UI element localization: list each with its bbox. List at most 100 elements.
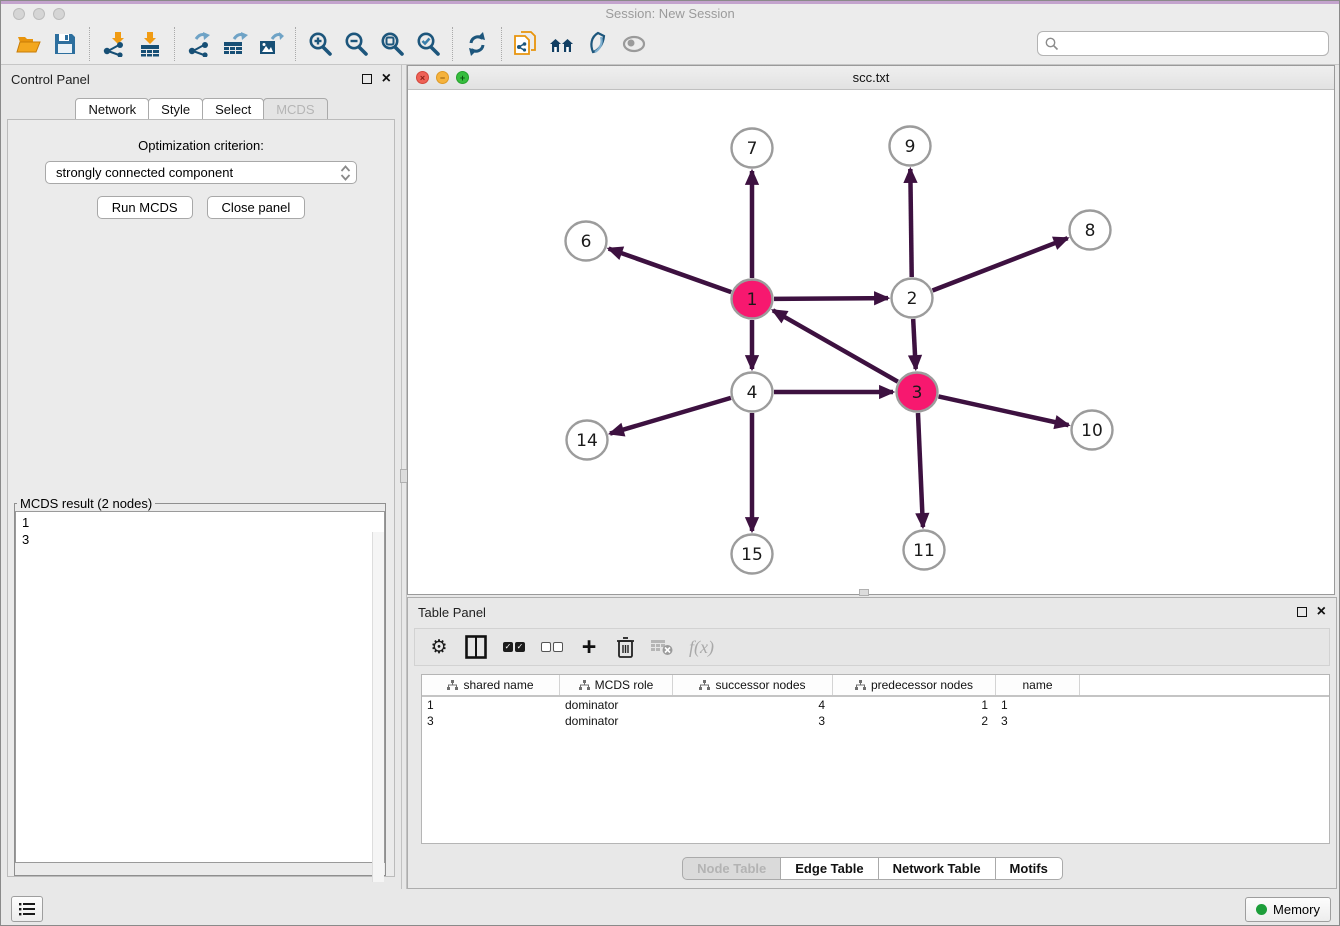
node-label: 6 xyxy=(581,232,592,252)
mcds-result-text[interactable]: 1 3 xyxy=(15,511,385,863)
node-table[interactable]: shared nameMCDS rolesuccessor nodesprede… xyxy=(421,674,1330,844)
graph-node-3[interactable]: 3 xyxy=(897,373,938,412)
annotation-icon[interactable] xyxy=(580,26,616,62)
table-cell[interactable]: 4 xyxy=(673,697,833,713)
window-controls[interactable] xyxy=(13,8,65,20)
close-table-panel-icon[interactable]: × xyxy=(1317,607,1326,617)
search-field[interactable] xyxy=(1037,31,1329,56)
table-cell[interactable]: 2 xyxy=(833,713,996,729)
edge-3-to-1[interactable] xyxy=(773,310,898,381)
network-canvas[interactable]: 1 2 3 4 6 7 8 9 10 11 14 15 xyxy=(408,90,1334,594)
table-tab-motifs[interactable]: Motifs xyxy=(995,857,1063,880)
table-row[interactable]: 3dominator323 xyxy=(422,713,1329,729)
edge-3-to-10[interactable] xyxy=(938,396,1068,425)
first-neighbors-icon[interactable] xyxy=(544,26,580,62)
graph-node-7[interactable]: 7 xyxy=(732,129,773,168)
table-cell[interactable]: 3 xyxy=(673,713,833,729)
column-header-name[interactable]: name xyxy=(996,675,1080,695)
export-table-icon[interactable] xyxy=(217,26,253,62)
table-tab-network-table[interactable]: Network Table xyxy=(878,857,996,880)
maximize-window-button[interactable] xyxy=(53,8,65,20)
table-tab-node-table[interactable]: Node Table xyxy=(682,857,781,880)
table-cell[interactable]: dominator xyxy=(560,697,673,713)
close-window-button[interactable] xyxy=(13,8,25,20)
search-input[interactable] xyxy=(1060,34,1328,54)
tab-mcds[interactable]: MCDS xyxy=(263,98,327,121)
edge-4-to-14[interactable] xyxy=(610,398,731,434)
tab-style[interactable]: Style xyxy=(148,98,203,121)
node-label: 7 xyxy=(747,139,758,159)
float-panel-icon[interactable] xyxy=(362,74,372,84)
tab-network[interactable]: Network xyxy=(75,98,149,121)
show-columns-icon[interactable] xyxy=(465,635,487,659)
result-scrollbar[interactable] xyxy=(372,532,384,882)
node-label: 2 xyxy=(907,289,918,309)
memory-button[interactable]: Memory xyxy=(1245,897,1331,922)
graph-node-15[interactable]: 15 xyxy=(732,535,773,574)
table-settings-icon[interactable]: ⚙ xyxy=(429,635,449,659)
edge-1-to-6[interactable] xyxy=(609,249,732,292)
delete-column-icon[interactable] xyxy=(615,635,635,659)
table-cell[interactable]: dominator xyxy=(560,713,673,729)
network-minimize-button[interactable]: − xyxy=(436,71,449,84)
graph-node-4[interactable]: 4 xyxy=(732,373,773,412)
table-cell[interactable]: 1 xyxy=(422,697,560,713)
run-mcds-button[interactable]: Run MCDS xyxy=(97,196,193,219)
float-table-panel-icon[interactable] xyxy=(1297,607,1307,617)
apply-layout-icon[interactable] xyxy=(459,26,495,62)
show-panels-button[interactable] xyxy=(11,896,43,922)
node-label: 3 xyxy=(912,383,923,403)
create-column-icon[interactable]: + xyxy=(579,635,599,659)
edge-2-to-3[interactable] xyxy=(913,319,916,369)
deselect-all-icon[interactable] xyxy=(541,635,563,659)
delete-table-icon xyxy=(651,635,673,659)
column-header-shared-name[interactable]: shared name xyxy=(422,675,560,695)
graph-node-9[interactable]: 9 xyxy=(890,127,931,166)
table-cell[interactable]: 1 xyxy=(833,697,996,713)
zoom-selected-icon[interactable] xyxy=(410,26,446,62)
graph-node-8[interactable]: 8 xyxy=(1070,211,1111,250)
edge-2-to-8[interactable] xyxy=(933,238,1068,290)
edge-1-to-2[interactable] xyxy=(774,298,888,299)
graph-node-14[interactable]: 14 xyxy=(567,421,608,460)
open-file-icon[interactable] xyxy=(11,26,47,62)
column-header-MCDS-role[interactable]: MCDS role xyxy=(560,675,673,695)
export-network-icon[interactable] xyxy=(181,26,217,62)
graph-node-11[interactable]: 11 xyxy=(904,531,945,570)
criterion-dropdown[interactable]: strongly connected component xyxy=(45,161,357,184)
clone-network-icon[interactable] xyxy=(508,26,544,62)
table-cell[interactable]: 3 xyxy=(422,713,560,729)
table-row[interactable]: 1dominator411 xyxy=(422,697,1329,713)
edge-2-to-9[interactable] xyxy=(910,169,911,277)
zoom-in-icon[interactable] xyxy=(302,26,338,62)
graph-node-1[interactable]: 1 xyxy=(732,280,773,319)
close-panel-button[interactable]: Close panel xyxy=(207,196,306,219)
horizontal-splitter-grip[interactable] xyxy=(859,589,869,596)
minimize-window-button[interactable] xyxy=(33,8,45,20)
toolbar-separator xyxy=(501,27,502,61)
export-image-icon[interactable] xyxy=(253,26,289,62)
graph-node-10[interactable]: 10 xyxy=(1072,411,1113,450)
table-tab-edge-table[interactable]: Edge Table xyxy=(780,857,878,880)
network-close-button[interactable]: × xyxy=(416,71,429,84)
table-cell[interactable]: 3 xyxy=(996,713,1080,729)
import-network-icon[interactable] xyxy=(96,26,132,62)
edge-3-to-11[interactable] xyxy=(918,413,923,527)
close-panel-icon[interactable]: × xyxy=(382,74,391,84)
select-all-icon[interactable]: ✓✓ xyxy=(503,635,525,659)
network-window-titlebar[interactable]: × − + scc.txt xyxy=(408,66,1334,90)
import-table-icon[interactable] xyxy=(132,26,168,62)
column-header-successor-nodes[interactable]: successor nodes xyxy=(673,675,833,695)
graph-node-2[interactable]: 2 xyxy=(892,279,933,318)
graph-node-6[interactable]: 6 xyxy=(566,222,607,261)
tab-select[interactable]: Select xyxy=(202,98,264,121)
zoom-out-icon[interactable] xyxy=(338,26,374,62)
toolbar-separator xyxy=(295,27,296,61)
network-maximize-button[interactable]: + xyxy=(456,71,469,84)
show-hide-icon[interactable] xyxy=(616,26,652,62)
table-cell[interactable]: 1 xyxy=(996,697,1080,713)
save-session-icon[interactable] xyxy=(47,26,83,62)
mcds-result-box: MCDS result (2 nodes) 1 3 xyxy=(14,496,386,876)
zoom-fit-icon[interactable] xyxy=(374,26,410,62)
column-header-predecessor-nodes[interactable]: predecessor nodes xyxy=(833,675,996,695)
